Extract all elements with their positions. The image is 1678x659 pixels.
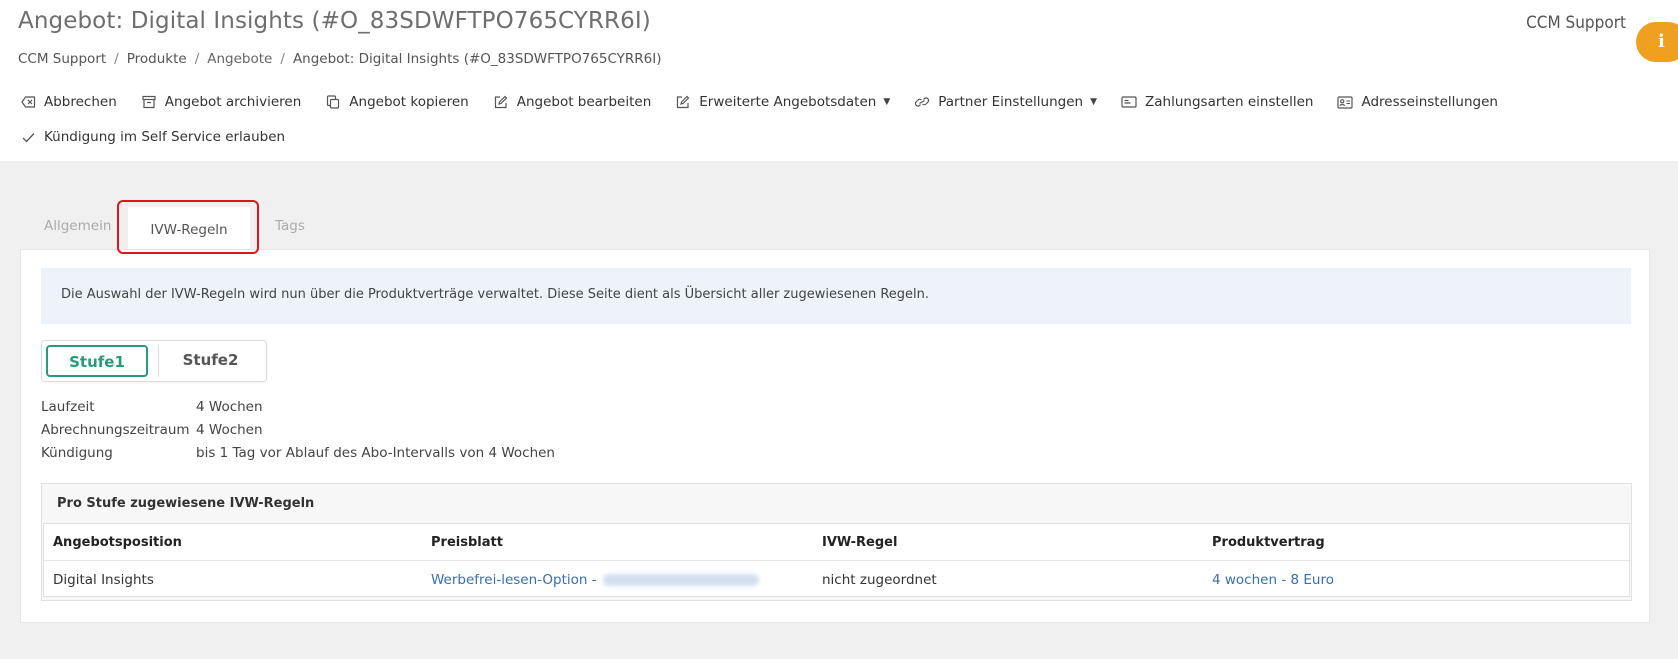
table-row: Digital Insights Werbefrei-lesen-Option … xyxy=(44,561,1629,597)
archive-label: Angebot archivieren xyxy=(164,94,302,110)
laufzeit-label: Laufzeit xyxy=(41,399,95,415)
partner-settings-label: Partner Einstellungen xyxy=(938,94,1084,110)
property-row: Kündigung bis 1 Tag vor Ablauf des Abo-In… xyxy=(41,445,555,468)
table-header: Angebotsposition Preisblatt IVW-Regel Pr… xyxy=(44,524,1629,561)
stufe2-button[interactable]: Stufe2 xyxy=(158,345,262,377)
payment-methods-label: Zahlungsarten einstellen xyxy=(1145,94,1314,110)
allow-selfservice-cancel-label: Kündigung im Self Service erlauben xyxy=(44,129,286,145)
tab-tags[interactable]: Tags xyxy=(275,218,305,234)
tab-allgemein[interactable]: Allgemein xyxy=(44,218,111,234)
column-header: Produktvertrag xyxy=(1212,535,1325,550)
assigned-rules-card: Pro Stufe zugewiesene IVW-Regeln Angebot… xyxy=(41,483,1632,601)
property-row: Abrechnungszeitraum 4 Wochen xyxy=(41,422,555,445)
edit-icon xyxy=(675,94,691,110)
ivw-rule-cell: nicht zugeordnet xyxy=(822,572,937,588)
backspace-icon xyxy=(20,94,36,110)
product-contract-link[interactable]: 4 wochen - 8 Euro xyxy=(1212,572,1334,588)
cancel-label: Abbrechen xyxy=(44,94,117,110)
info-button[interactable]: i xyxy=(1636,22,1678,62)
abrechnungszeitraum-label: Abrechnungszeitraum xyxy=(41,422,190,438)
offer-position-cell: Digital Insights xyxy=(53,572,154,588)
address-settings-button[interactable]: Adresseinstellungen xyxy=(1337,94,1498,110)
address-card-icon xyxy=(1337,94,1354,110)
assigned-rules-title: Pro Stufe zugewiesene IVW-Regeln xyxy=(57,496,315,511)
edit-label: Angebot bearbeiten xyxy=(516,94,652,110)
copy-label: Angebot kopieren xyxy=(349,94,469,110)
partner-settings-dropdown[interactable]: Partner Einstellungen ▼ xyxy=(914,94,1097,110)
assigned-rules-table: Angebotsposition Preisblatt IVW-Regel Pr… xyxy=(43,523,1630,597)
action-toolbar: Abbrechen Angebot archivieren Angebot ko… xyxy=(20,92,1522,145)
column-header: Angebotsposition xyxy=(53,535,182,550)
breadcrumb-item-produkte[interactable]: Produkte xyxy=(127,51,187,67)
check-icon xyxy=(20,129,36,145)
address-settings-label: Adresseinstellungen xyxy=(1361,94,1498,110)
archive-icon xyxy=(141,94,157,110)
archive-button[interactable]: Angebot archivieren xyxy=(141,94,302,110)
breadcrumb-item-current: Angebot: Digital Insights (#O_83SDWFTPO7… xyxy=(292,51,662,67)
price-sheet-link[interactable]: Werbefrei-lesen-Option - xyxy=(431,572,601,588)
caret-down-icon: ▼ xyxy=(1090,97,1098,107)
price-sheet-cell: Werbefrei-lesen-Option - xyxy=(431,572,759,588)
card-icon xyxy=(1121,94,1137,110)
extended-data-label: Erweiterte Angebotsdaten xyxy=(699,94,877,110)
laufzeit-value: 4 Wochen xyxy=(196,399,263,415)
copy-button[interactable]: Angebot kopieren xyxy=(325,94,469,110)
kuendigung-label: Kündigung xyxy=(41,445,113,461)
tab-highlight-annotation xyxy=(117,200,259,254)
page-title: Angebot: Digital Insights (#O_83SDWFTPO7… xyxy=(18,8,651,34)
column-header: IVW-Regel xyxy=(822,535,898,550)
user-name[interactable]: CCM Support xyxy=(1526,13,1626,33)
payment-methods-button[interactable]: Zahlungsarten einstellen xyxy=(1121,94,1313,110)
caret-down-icon: ▼ xyxy=(883,97,891,107)
cancel-button[interactable]: Abbrechen xyxy=(20,94,117,110)
offer-properties: Laufzeit 4 Wochen Abrechnungszeitraum 4 Wo… xyxy=(41,399,555,468)
breadcrumb-item-ccm-support[interactable]: CCM Support xyxy=(18,51,106,67)
redacted-id xyxy=(602,574,759,586)
page-header: Angebot: Digital Insights (#O_83SDWFTPO7… xyxy=(0,0,1678,161)
property-row: Laufzeit 4 Wochen xyxy=(41,399,555,422)
edit-icon xyxy=(493,94,509,110)
extended-data-dropdown[interactable]: Erweiterte Angebotsdaten ▼ xyxy=(675,94,890,110)
copy-icon xyxy=(325,94,341,110)
ivw-rules-panel: Die Auswahl der IVW-Regeln wird nun über… xyxy=(20,249,1650,623)
breadcrumb: CCM Support / Produkte / Angebote / Angebot: D… xyxy=(18,51,662,67)
stufe1-button[interactable]: Stufe1 xyxy=(46,345,148,377)
edit-button[interactable]: Angebot bearbeiten xyxy=(493,94,652,110)
abrechnungszeitraum-value: 4 Wochen xyxy=(196,422,263,438)
link-icon xyxy=(914,94,930,110)
page-edge xyxy=(1662,161,1678,659)
kuendigung-value: bis 1 Tag vor Ablauf des Abo-Intervalls … xyxy=(196,445,555,461)
allow-selfservice-cancel-button[interactable]: Kündigung im Self Service erlauben xyxy=(20,129,285,145)
breadcrumb-item-angebote[interactable]: Angebote xyxy=(207,51,272,67)
column-header: Preisblatt xyxy=(431,535,503,550)
info-notice: Die Auswahl der IVW-Regeln wird nun über… xyxy=(41,268,1631,324)
stufe-toggle-group: Stufe1 Stufe2 xyxy=(41,340,267,382)
